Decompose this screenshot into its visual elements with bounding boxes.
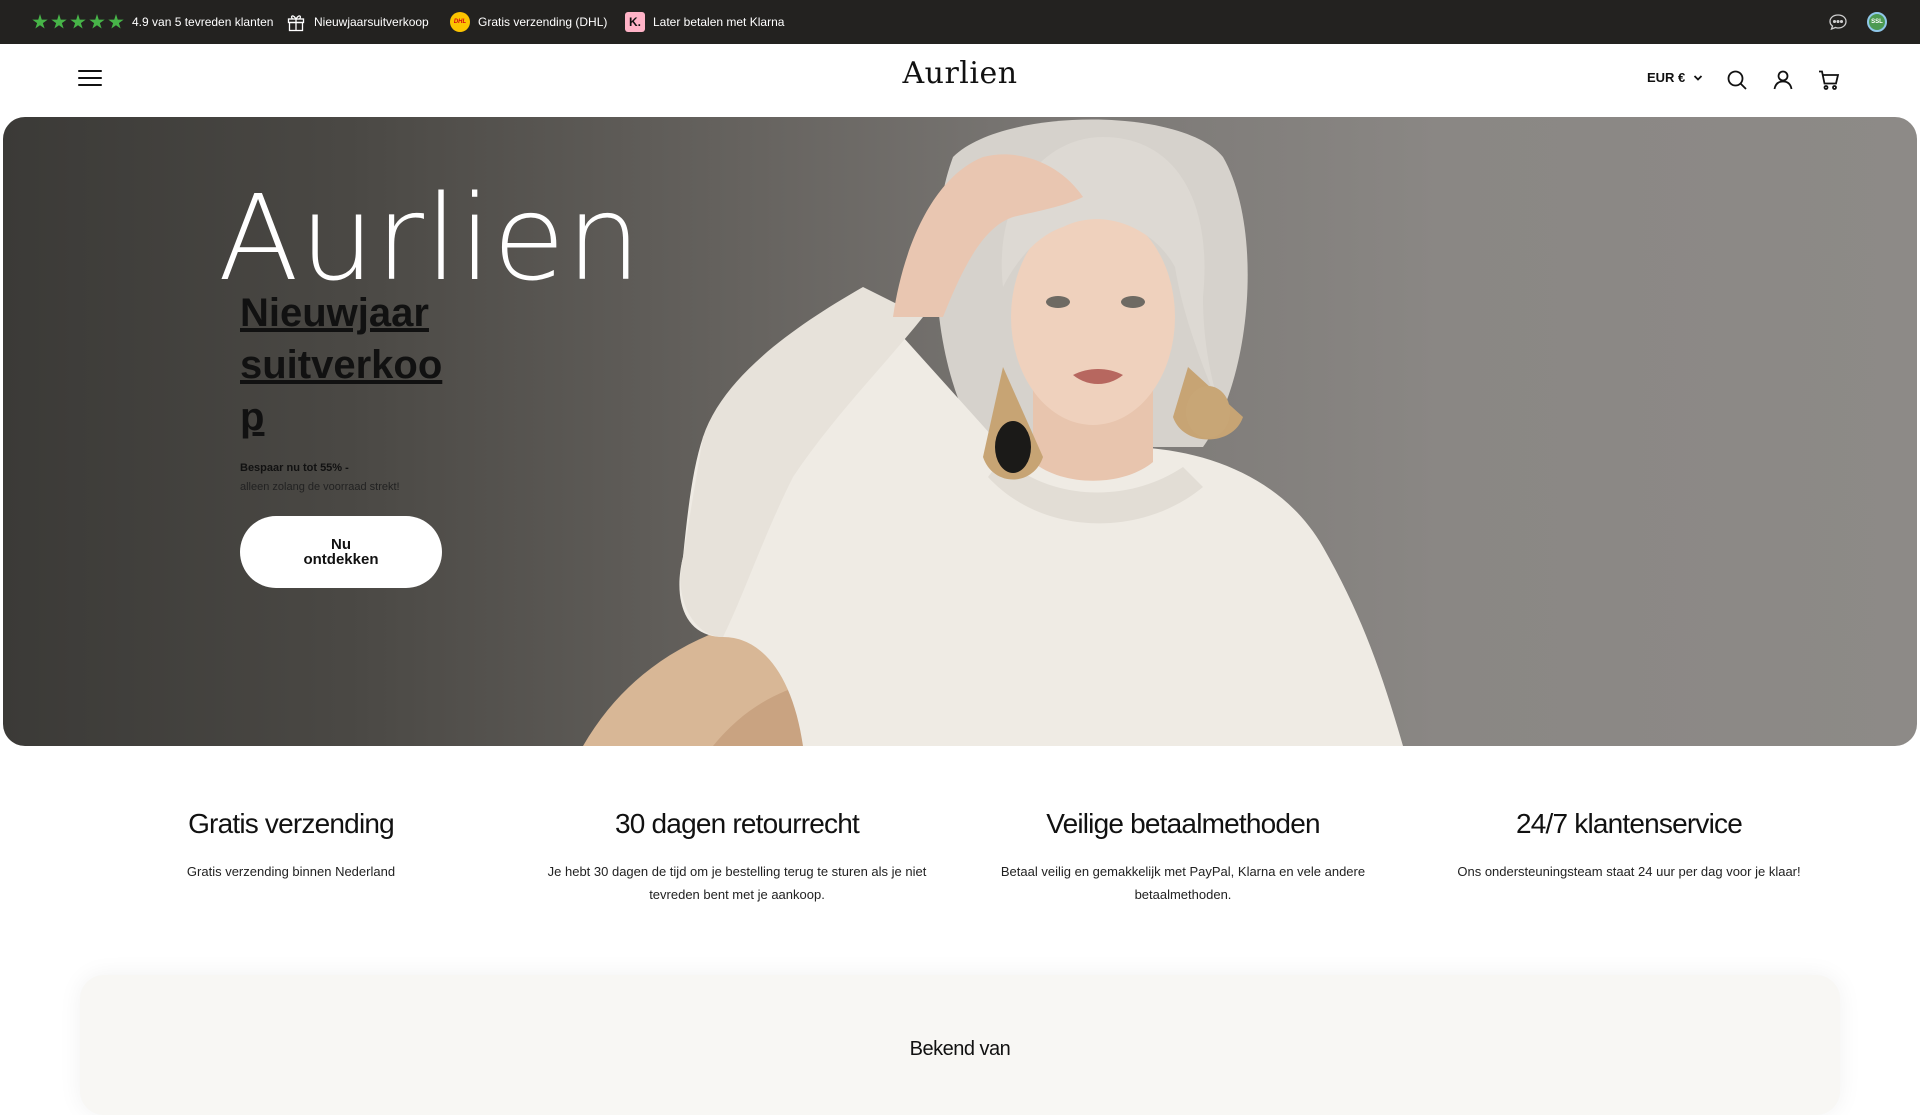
shipping-text: Gratis verzending (DHL) [478,15,608,29]
star-icon [89,14,105,29]
feature-payment: Veilige betaalmethoden Betaal veilig en … [983,808,1383,906]
known-from-section: Bekend van [80,975,1840,1115]
hero-subtitle-bold: Bespaar nu tot 55% - [240,462,349,474]
feature-title: 30 dagen retourrecht [615,808,860,839]
menu-icon[interactable] [78,70,102,90]
sale-item: Nieuwjaarsuitverkoop [286,0,429,44]
hero-headline[interactable]: Nieuwjaar suitverkoop [240,287,460,443]
feature-title: Veilige betaalmethoden [1046,808,1320,839]
gift-icon [287,15,305,32]
feature-text: Betaal veilig en gemakkelijk met PayPal,… [1000,864,1366,902]
chat-button[interactable] [1828,0,1848,44]
feature-returns: 30 dagen retourrecht Je hebt 30 dagen de… [537,808,937,906]
currency-selector[interactable]: EUR € [1647,70,1703,85]
site-logo: Aurlien [0,56,1920,91]
hero-banner: Aurlien Nieuwjaar suitverkoop Bespaar nu… [3,117,1917,746]
klarna-icon: K. [625,12,645,32]
star-icon [32,14,48,29]
cart-icon[interactable] [1817,68,1841,92]
dhl-icon: DHL [450,12,470,32]
hero-model-image [583,119,1403,746]
star-icon [51,14,67,29]
announcement-bar: 4.9 van 5 tevreden klanten Nieuwjaarsuit… [0,0,1920,44]
hero-subtitle: alleen zolang de voorraad strekt! [240,481,400,493]
chat-icon [1829,14,1847,31]
shipping-item: DHL Gratis verzending (DHL) [450,0,607,44]
klarna-text: Later betalen met Klarna [653,15,785,29]
feature-text: Ons ondersteuningsteam staat 24 uur per … [1457,864,1801,879]
search-icon[interactable] [1725,68,1749,92]
feature-title: Gratis verzending [188,808,395,839]
sale-text: Nieuwjaarsuitverkoop [314,15,429,29]
feature-text: Gratis verzending binnen Nederland [186,864,396,879]
star-icon [108,14,124,29]
feature-shipping: Gratis verzending Gratis verzending binn… [91,808,491,883]
site-header: Aurlien EUR € [0,44,1920,116]
klarna-item: K. Later betalen met Klarna [625,0,784,44]
chevron-down-icon [1694,74,1703,81]
hero-brand-title: Aurlien [218,169,642,307]
rating-text: 4.9 van 5 tevreden klanten [132,15,274,29]
rating-stars [32,14,124,30]
feature-text: Je hebt 30 dagen de tijd om je bestellin… [547,864,927,902]
rating-item: 4.9 van 5 tevreden klanten [32,0,273,44]
currency-label: EUR € [1647,70,1686,85]
ssl-icon: SSL [1867,12,1887,32]
feature-title: 24/7 klantenservice [1515,808,1743,839]
logo-link[interactable]: Aurlien [902,56,1017,91]
account-icon[interactable] [1771,68,1795,92]
discover-button[interactable]: Nu ontdekken [240,516,442,588]
feature-support: 24/7 klantenservice Ons ondersteuningste… [1429,808,1829,883]
ssl-seal: SSL [1867,0,1887,44]
known-from-title: Bekend van [909,1038,1011,1060]
star-icon [70,14,86,29]
